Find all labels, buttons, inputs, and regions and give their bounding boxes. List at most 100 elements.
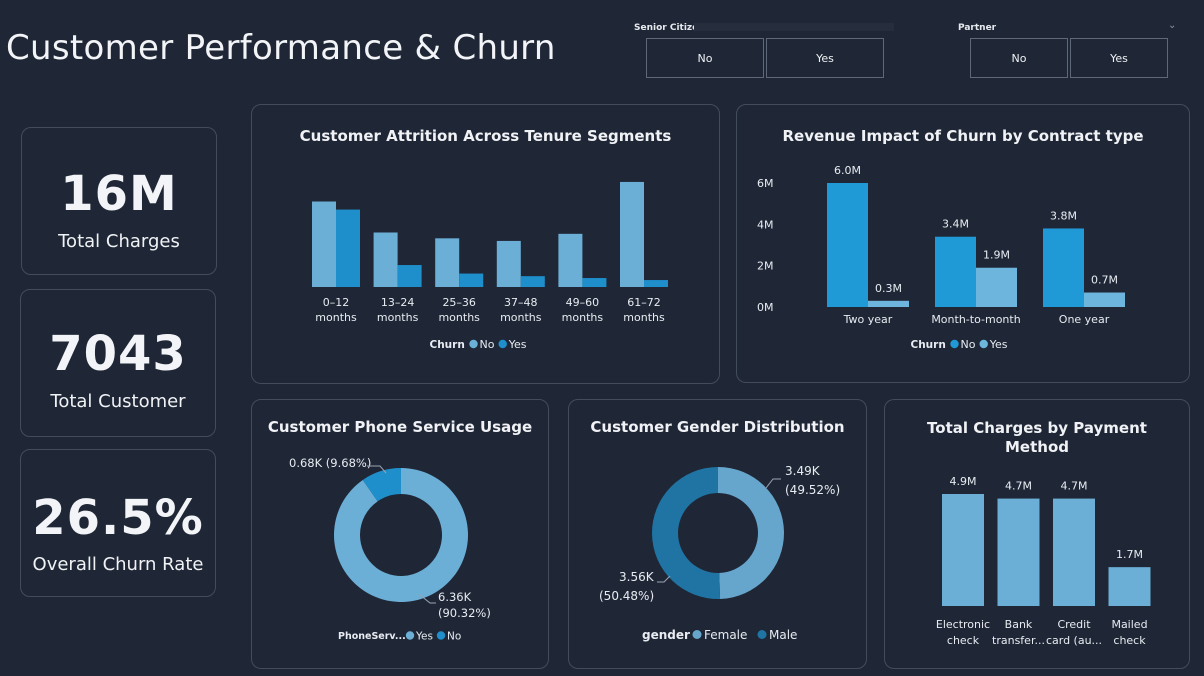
x-tick-label: Electronic	[936, 618, 990, 631]
data-label: 3.4M	[942, 218, 969, 231]
data-label: (90.32%)	[438, 606, 491, 620]
x-tick-label: card (au...	[1046, 634, 1102, 647]
y-tick-label: 0M	[757, 301, 774, 314]
legend-title: Churn	[430, 339, 465, 351]
bar-yes	[868, 300, 909, 307]
bar-no	[435, 238, 460, 287]
payment-method-card: Total Charges by Payment Method 4.9M Elec…	[884, 399, 1190, 669]
contract-revenue-card: Revenue Impact of Churn by Contract type…	[736, 104, 1190, 383]
x-tick-label: months	[377, 311, 419, 324]
legend-swatch	[692, 630, 702, 639]
x-tick-label: months	[438, 311, 480, 324]
data-label: 1.7M	[1116, 548, 1143, 561]
y-tick-label: 6M	[757, 177, 774, 190]
bar	[1053, 498, 1095, 606]
bar-yes	[1084, 292, 1125, 307]
bar-yes	[459, 273, 484, 287]
kpi-label: Total Customer	[50, 391, 186, 412]
kpi-value: 16M	[60, 166, 178, 222]
x-tick-label: Bank	[1005, 618, 1033, 631]
gender-distribution-card: Customer Gender Distribution 3.49K (49.52…	[568, 399, 867, 669]
x-tick-label: transfer...	[992, 634, 1045, 647]
bar	[1108, 567, 1151, 606]
leader-line	[657, 575, 671, 583]
data-label: 4.7M	[1061, 480, 1088, 493]
bar-yes	[976, 267, 1017, 307]
x-tick-label: 13–24	[381, 296, 415, 309]
x-tick-label: Two year	[843, 313, 893, 326]
data-label: 1.9M	[983, 249, 1010, 262]
kpi-value: 26.5%	[32, 490, 204, 546]
legend-label: Yes	[415, 631, 433, 643]
kpi-value: 7043	[49, 326, 187, 382]
legend-swatch	[469, 339, 478, 349]
bar-yes	[520, 276, 545, 287]
legend-swatch	[436, 631, 446, 640]
kpi-card-total-charges: 16M Total Charges	[21, 127, 217, 275]
legend-swatch	[979, 339, 988, 349]
data-label: 0.7M	[1091, 274, 1118, 287]
x-tick-label: months	[500, 311, 542, 324]
kpi-label: Total Charges	[58, 231, 180, 252]
partner-yes-button[interactable]: Yes	[1070, 38, 1168, 78]
x-tick-label: Credit	[1057, 618, 1091, 631]
x-tick-label: 37–48	[504, 296, 538, 309]
bar-yes	[644, 280, 668, 287]
leader-line	[765, 478, 781, 489]
data-label: (49.52%)	[785, 483, 840, 497]
legend-title: PhoneServ...	[338, 631, 406, 642]
legend-label: No	[961, 338, 976, 351]
legend-swatch	[498, 339, 507, 349]
bar-yes	[582, 278, 607, 287]
gender-donut-chart: 3.49K (49.52%) 3.56K (50.48%) gender Female Ma…	[599, 464, 840, 642]
x-tick-label: check	[947, 634, 980, 647]
donut-slice-female	[718, 467, 785, 599]
data-label: 3.56K	[619, 570, 655, 584]
payment-method-chart: 4.9M Electronic check 4.7M Bank transfer... 4.…	[936, 475, 1151, 647]
bar-no	[1043, 228, 1084, 307]
y-tick-label: 2M	[757, 260, 774, 273]
data-label: 0.3M	[875, 282, 902, 295]
y-tick-label: 4M	[757, 218, 774, 231]
contract-revenue-chart: 0M 2M 4M 6M 6.0M 0.3M Two year 3.4M 1.9M Month-to…	[757, 164, 1125, 351]
data-label: 3.49K	[785, 464, 821, 478]
legend-label: Female	[704, 628, 747, 642]
legend-swatch	[757, 630, 767, 639]
legend-label: No	[447, 631, 461, 643]
legend-title: gender	[642, 628, 690, 642]
data-label: 4.9M	[950, 475, 977, 488]
x-tick-label: months	[315, 311, 357, 324]
bar-no	[620, 181, 644, 287]
bar	[997, 498, 1040, 606]
page-title: Customer Performance & Churn	[6, 28, 556, 68]
partner-slicer-label: Partner	[958, 23, 997, 33]
partner-no-button[interactable]: No	[970, 38, 1068, 78]
legend-label: Yes	[989, 338, 1008, 351]
chevron-down-icon[interactable]: ⌄	[1168, 20, 1176, 31]
data-label: 6.0M	[834, 164, 861, 177]
legend-swatch	[405, 631, 415, 640]
senior-citizen-no-button[interactable]: No	[646, 38, 764, 78]
donut-slice-male	[652, 467, 721, 599]
data-label: 0.68K (9.68%)	[289, 456, 371, 470]
x-tick-label: months	[623, 311, 665, 324]
x-tick-label: Month-to-month	[931, 313, 1020, 326]
bar-no	[935, 236, 976, 307]
legend-label: No	[480, 338, 495, 351]
bar-no	[496, 240, 521, 287]
legend-label: Male	[769, 628, 797, 642]
bar-yes	[336, 209, 360, 287]
kpi-card-churn-rate: 26.5% Overall Churn Rate	[20, 449, 216, 597]
x-tick-label: check	[1113, 634, 1146, 647]
bar-yes	[397, 265, 422, 287]
senior-citizen-yes-button[interactable]: Yes	[766, 38, 884, 78]
x-tick-label: Mailed	[1111, 618, 1147, 631]
bar	[942, 494, 984, 606]
senior-citizen-slicer-header	[694, 23, 894, 31]
tenure-attrition-chart: 0–12 months 13–24 months 25–36 months 37–48 mon…	[312, 181, 668, 351]
x-tick-label: 25–36	[442, 296, 476, 309]
phone-service-card: Customer Phone Service Usage 0.68K (9.68…	[251, 399, 549, 669]
x-tick-label: 61–72	[627, 296, 661, 309]
legend-label: Yes	[508, 338, 527, 351]
x-tick-label: 0–12	[323, 296, 350, 309]
